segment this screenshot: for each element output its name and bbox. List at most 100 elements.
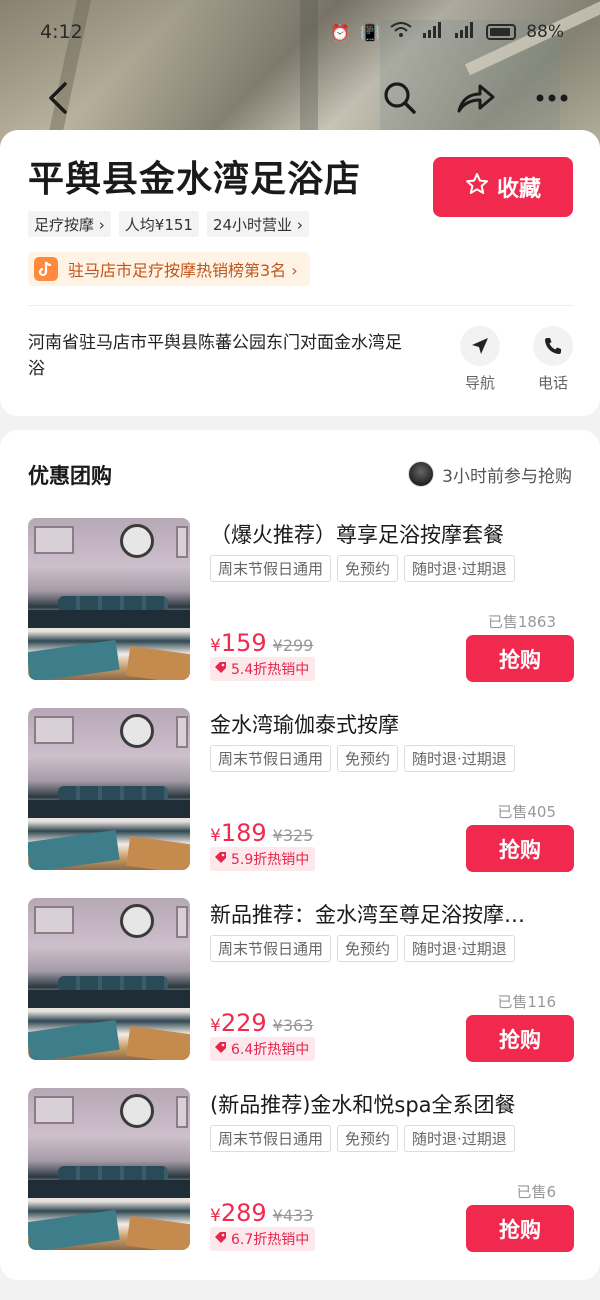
sold-count: 已售405 bbox=[497, 803, 556, 821]
deal-tag: 周末节假日通用 bbox=[210, 745, 332, 772]
deal-tag: 免预约 bbox=[337, 1125, 399, 1152]
status-icons: ⏰ 📳 88% bbox=[330, 22, 564, 42]
douyin-logo-icon bbox=[34, 257, 58, 281]
price-row: ¥189 ¥325 bbox=[210, 819, 313, 847]
store-info-card: 平舆县金水湾足浴店 收藏 足疗按摩 › 人均¥151 24小时营业 › 驻马店市… bbox=[0, 130, 600, 416]
original-price: ¥325 bbox=[272, 826, 314, 845]
signal-icon-2 bbox=[454, 22, 476, 42]
status-bar: 4:12 ⏰ 📳 88% bbox=[0, 0, 600, 64]
discount-badge: 5.4折热销中 bbox=[210, 657, 316, 681]
buy-button[interactable]: 抢购 bbox=[466, 825, 574, 872]
price-tag-icon bbox=[214, 1231, 227, 1248]
search-icon[interactable] bbox=[380, 78, 420, 118]
deal-tag: 周末节假日通用 bbox=[210, 555, 332, 582]
favorite-button[interactable]: 收藏 bbox=[433, 157, 573, 217]
price-value: 159 bbox=[220, 629, 267, 657]
price-value: 229 bbox=[220, 1009, 267, 1037]
currency-symbol: ¥ bbox=[210, 1206, 221, 1226]
buy-button[interactable]: 抢购 bbox=[466, 1015, 574, 1062]
back-icon[interactable] bbox=[38, 78, 78, 118]
deal-tag: 免预约 bbox=[337, 745, 399, 772]
battery-level: 88% bbox=[526, 22, 564, 42]
favorite-label: 收藏 bbox=[496, 177, 541, 202]
recent-purchase-note: 3小时前参与抢购 bbox=[408, 461, 572, 487]
deal-tag: 随时退·过期退 bbox=[404, 745, 515, 772]
price-row: ¥159 ¥299 bbox=[210, 629, 313, 657]
phone-icon bbox=[533, 326, 573, 366]
alarm-icon: ⏰ bbox=[330, 22, 351, 42]
original-price: ¥299 bbox=[272, 636, 314, 655]
original-price: ¥363 bbox=[272, 1016, 314, 1035]
signal-icon bbox=[422, 22, 444, 42]
deal-item[interactable]: （爆火推荐）尊享足浴按摩套餐 周末节假日通用 免预约 随时退·过期退 已售186… bbox=[0, 518, 600, 688]
price-tag-icon bbox=[214, 851, 227, 868]
recent-purchase-text: 3小时前参与抢购 bbox=[442, 466, 572, 487]
original-price: ¥433 bbox=[272, 1206, 314, 1225]
avg-price-tag: 人均¥151 bbox=[118, 211, 199, 237]
deal-tags: 周末节假日通用 免预约 随时退·过期退 bbox=[210, 935, 515, 962]
ranking-text: 驻马店市足疗按摩热销榜第3名 › bbox=[68, 261, 298, 280]
deal-thumbnail bbox=[28, 708, 190, 870]
call-button[interactable]: 电话 bbox=[523, 326, 583, 393]
sold-count: 已售6 bbox=[516, 1183, 556, 1201]
store-tags: 足疗按摩 › 人均¥151 24小时营业 › bbox=[28, 211, 309, 237]
hours-tag[interactable]: 24小时营业 › bbox=[206, 211, 309, 237]
deal-thumbnail bbox=[28, 518, 190, 680]
category-tag[interactable]: 足疗按摩 › bbox=[28, 211, 111, 237]
deal-title: 金水湾瑜伽泰式按摩 bbox=[210, 713, 399, 737]
price-row: ¥289 ¥433 bbox=[210, 1199, 313, 1227]
battery-icon bbox=[486, 24, 517, 40]
deal-price: ¥289 bbox=[210, 1199, 267, 1227]
deal-item[interactable]: (新品推荐)金水和悦spa全系团餐 周末节假日通用 免预约 随时退·过期退 已售… bbox=[0, 1088, 600, 1258]
deal-tag: 随时退·过期退 bbox=[404, 555, 515, 582]
deal-title: （爆火推荐）尊享足浴按摩套餐 bbox=[210, 523, 504, 547]
deal-price: ¥189 bbox=[210, 819, 267, 847]
deal-tag: 随时退·过期退 bbox=[404, 935, 515, 962]
deal-tag: 周末节假日通用 bbox=[210, 935, 332, 962]
navigation-arrow-icon bbox=[460, 326, 500, 366]
store-name: 平舆县金水湾足浴店 bbox=[28, 159, 362, 200]
avatar bbox=[408, 461, 435, 487]
ranking-badge[interactable]: 驻马店市足疗按摩热销榜第3名 › bbox=[28, 252, 310, 286]
section-title: 优惠团购 bbox=[28, 464, 112, 488]
price-value: 189 bbox=[220, 819, 267, 847]
discount-text: 6.4折热销中 bbox=[231, 1042, 310, 1058]
group-deals-section: 优惠团购 3小时前参与抢购 （爆火推荐）尊享足浴按摩套餐 周末节假日通用 免预约… bbox=[0, 430, 600, 1280]
deal-price: ¥229 bbox=[210, 1009, 267, 1037]
deal-tags: 周末节假日通用 免预约 随时退·过期退 bbox=[210, 555, 515, 582]
price-value: 289 bbox=[220, 1199, 267, 1227]
store-address: 河南省驻马店市平舆县陈蕃公园东门对面金水湾足浴 bbox=[28, 333, 402, 379]
divider bbox=[28, 305, 573, 306]
status-time: 4:12 bbox=[40, 21, 83, 43]
deal-tag: 免预约 bbox=[337, 555, 399, 582]
buy-button[interactable]: 抢购 bbox=[466, 635, 574, 682]
bottom-gap bbox=[0, 1282, 600, 1300]
call-label: 电话 bbox=[537, 374, 568, 392]
sold-count: 已售1863 bbox=[487, 613, 556, 631]
navigate-label: 导航 bbox=[464, 374, 495, 392]
discount-badge: 5.9折热销中 bbox=[210, 847, 316, 871]
buy-button[interactable]: 抢购 bbox=[466, 1205, 574, 1252]
deal-item[interactable]: 新品推荐：金水湾至尊足浴按摩… 周末节假日通用 免预约 随时退·过期退 已售11… bbox=[0, 898, 600, 1068]
price-tag-icon bbox=[214, 1041, 227, 1058]
discount-text: 6.7折热销中 bbox=[231, 1232, 310, 1248]
deal-thumbnail bbox=[28, 898, 190, 1060]
deal-tag: 周末节假日通用 bbox=[210, 1125, 332, 1152]
sold-count: 已售116 bbox=[497, 993, 556, 1011]
discount-badge: 6.4折热销中 bbox=[210, 1037, 316, 1061]
more-icon[interactable] bbox=[532, 78, 572, 118]
deal-tags: 周末节假日通用 免预约 随时退·过期退 bbox=[210, 745, 515, 772]
deal-item[interactable]: 金水湾瑜伽泰式按摩 周末节假日通用 免预约 随时退·过期退 已售405 ¥189… bbox=[0, 708, 600, 878]
price-tag-icon bbox=[214, 661, 227, 678]
share-icon[interactable] bbox=[456, 78, 496, 118]
price-row: ¥229 ¥363 bbox=[210, 1009, 313, 1037]
discount-text: 5.9折热销中 bbox=[231, 852, 310, 868]
navigate-button[interactable]: 导航 bbox=[450, 326, 510, 393]
top-nav-bar bbox=[0, 70, 600, 126]
star-icon bbox=[465, 172, 489, 202]
deal-tag: 随时退·过期退 bbox=[404, 1125, 515, 1152]
currency-symbol: ¥ bbox=[210, 826, 221, 846]
deal-price: ¥159 bbox=[210, 629, 267, 657]
wifi-icon bbox=[390, 22, 412, 42]
deal-title: (新品推荐)金水和悦spa全系团餐 bbox=[210, 1093, 516, 1117]
